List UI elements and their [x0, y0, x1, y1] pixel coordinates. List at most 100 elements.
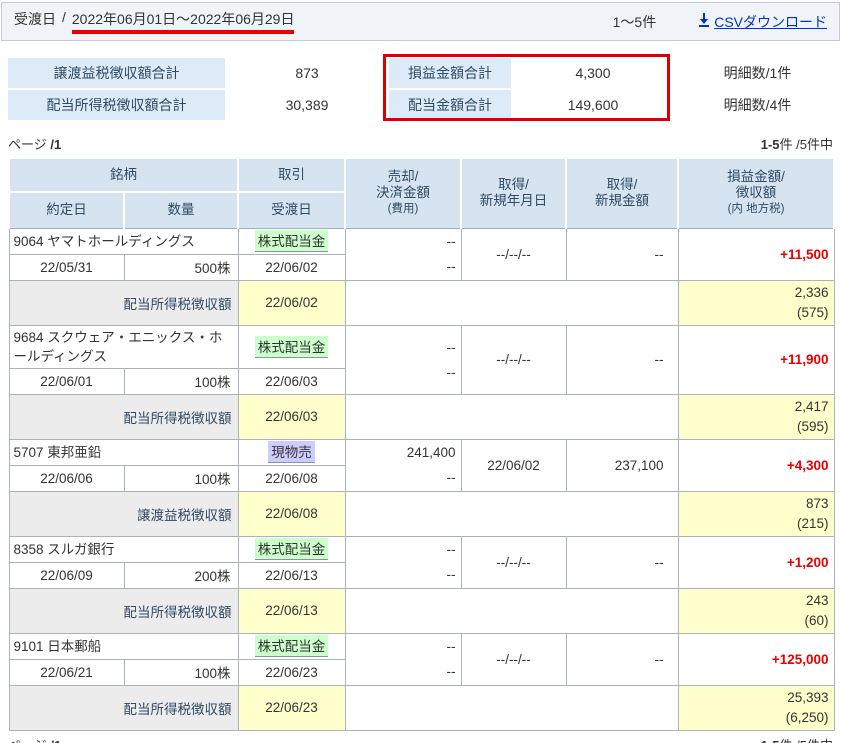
- trade-type-cell: 株式配当金: [237, 227, 346, 255]
- date-range: 2022年06月01日～2022年06月29日: [71, 9, 295, 34]
- tax-amount: 243: [805, 592, 829, 608]
- sell-amount: --: [446, 542, 456, 557]
- sell-amount: --: [446, 339, 456, 355]
- tax-withholding-row: 譲渡益税徴収額 22/06/08 873 (215): [8, 490, 835, 537]
- tax-empty-cell: [344, 393, 679, 440]
- trade-group-name-row: 5707 東邦亜鉛 現物売 241,400 -- 22/06/02 237,100 +4,3…: [8, 438, 835, 492]
- summary-detail-count: 明細数/1件: [675, 58, 840, 88]
- profit-loss-value: +4,300: [677, 438, 835, 492]
- tax-label: 譲渡益税徴収額: [8, 490, 239, 537]
- tax-date: 22/06/23: [237, 684, 346, 731]
- summary-amount-label: 配当金額合計: [389, 90, 511, 120]
- sell-fee: --: [446, 664, 456, 679]
- trade-type-cell: 株式配当金: [237, 324, 346, 369]
- acquisition-amount: --: [565, 324, 679, 395]
- col-header-profit-loss: 損益金額/ 徴収額 (内 地方税): [677, 157, 835, 229]
- summary-tax-label: 譲渡益税徴収額合計: [8, 58, 225, 88]
- trade-type-link[interactable]: 株式配当金: [254, 635, 329, 657]
- sell-settlement-amount-cell: -- --: [344, 227, 462, 281]
- col-header-acquisition-date: 取得/ 新規年月日: [460, 157, 567, 229]
- contract-date: 22/05/31: [8, 253, 125, 281]
- acquisition-date: --/--/--: [460, 535, 567, 589]
- summary-amount-label: 損益金額合計: [389, 58, 511, 88]
- tax-withholding-row: 配当所得税徴収額 22/06/13 243 (60): [8, 587, 835, 634]
- trade-type-link[interactable]: 株式配当金: [254, 335, 329, 358]
- summary-detail-count: 明細数/4件: [675, 90, 840, 120]
- trade-group-name-row: 9684 スクウェア・エニックス・ホールディングス 株式配当金 -- -- --/--/…: [8, 324, 835, 395]
- summary-amount-value: 149,600: [513, 90, 673, 120]
- sell-amount: 241,400: [406, 445, 456, 460]
- quantity: 500株: [123, 253, 239, 281]
- tax-label: 配当所得税徴収額: [8, 587, 239, 634]
- tax-label: 配当所得税徴収額: [8, 684, 239, 731]
- acquisition-date: 22/06/02: [460, 438, 567, 492]
- settlement-date: 22/06/03: [237, 367, 346, 395]
- filter-label: 受渡日: [14, 11, 56, 27]
- contract-date: 22/06/21: [8, 658, 125, 686]
- profit-loss-value: +1,200: [677, 535, 835, 589]
- sell-settlement-amount-cell: 241,400 --: [344, 438, 462, 492]
- sell-settlement-amount-cell: -- --: [344, 324, 462, 395]
- trade-type-link[interactable]: 株式配当金: [254, 230, 329, 252]
- tax-amount-cell: 873 (215): [677, 490, 835, 537]
- trade-group-name-row: 9101 日本郵船 株式配当金 -- -- --/--/-- -- +125,000: [8, 632, 835, 686]
- stock-code-name: 9064 ヤマトホールディングス: [8, 227, 239, 255]
- date-filter-bar: 受渡日 / 2022年06月01日～2022年06月29日 1～5件 CSVダウ…: [1, 2, 840, 41]
- page-label: ページ: [8, 137, 47, 152]
- result-count: 1～5件: [612, 13, 657, 30]
- stock-code-name: 9684 スクウェア・エニックス・ホールディングス: [8, 324, 239, 369]
- sell-amount: --: [446, 639, 456, 654]
- acquisition-amount: --: [565, 535, 679, 589]
- trade-history-table: 銘柄 取引 売却/ 決済金額 (費用) 取得/ 新規年月日 取得/ 新規金額 損…: [8, 157, 835, 731]
- tax-date: 22/06/13: [237, 587, 346, 634]
- sell-settlement-amount-cell: -- --: [344, 535, 462, 589]
- summary-table: 譲渡益税徴収額合計 873 損益金額合計 4,300 明細数/1件 配当所得税徴…: [8, 54, 840, 121]
- csv-download-link[interactable]: CSVダウンロード: [698, 12, 827, 32]
- tax-local-amount: (595): [796, 418, 829, 434]
- quantity: 100株: [123, 464, 239, 492]
- tax-amount: 2,336: [794, 284, 829, 300]
- tax-amount-cell: 2,417 (595): [677, 393, 835, 440]
- tax-empty-cell: [344, 490, 679, 537]
- contract-date: 22/06/06: [8, 464, 125, 492]
- trade-type-link[interactable]: 現物売: [268, 441, 315, 463]
- contract-date: 22/06/09: [8, 561, 125, 589]
- trade-type-link[interactable]: 株式配当金: [254, 538, 329, 560]
- stock-code-name: 9101 日本郵船: [8, 632, 239, 660]
- tax-withholding-row: 配当所得税徴収額 22/06/23 25,393 (6,250): [8, 684, 835, 731]
- quantity: 200株: [123, 561, 239, 589]
- acquisition-amount: --: [565, 227, 679, 281]
- stock-code-name: 8358 スルガ銀行: [8, 535, 239, 563]
- summary-amount-value: 4,300: [513, 58, 673, 88]
- page-label: ページ: [8, 738, 47, 743]
- col-header-settlement-date: 受渡日: [237, 191, 346, 229]
- summary-tax-value: 873: [227, 58, 387, 88]
- tax-empty-cell: [344, 587, 679, 634]
- trade-table-body: 9064 ヤマトホールディングス 株式配当金 -- -- --/--/-- -- +11,5…: [8, 227, 835, 731]
- csv-download-label: CSVダウンロード: [714, 13, 827, 30]
- acquisition-date: --/--/--: [460, 324, 567, 395]
- sell-fee: --: [446, 259, 456, 274]
- tax-amount: 873: [805, 495, 829, 511]
- acquisition-amount: 237,100: [565, 438, 679, 492]
- tax-label: 配当所得税徴収額: [8, 393, 239, 440]
- quantity: 100株: [123, 367, 239, 395]
- col-header-stock: 銘柄: [8, 157, 239, 193]
- col-header-trade: 取引: [237, 157, 346, 193]
- pagination-bottom: ページ /1 1-5件 /5件中: [8, 735, 833, 743]
- filter-separator: /: [62, 9, 66, 25]
- tax-date: 22/06/02: [237, 279, 346, 326]
- trade-type-cell: 株式配当金: [237, 535, 346, 563]
- profit-loss-value: +11,900: [677, 324, 835, 395]
- col-header-quantity: 数量: [123, 191, 239, 229]
- sell-amount: --: [446, 234, 456, 249]
- col-header-acquisition-amount: 取得/ 新規金額: [565, 157, 679, 229]
- settlement-date: 22/06/08: [237, 464, 346, 492]
- sell-fee: --: [446, 364, 456, 380]
- page-current: /1: [50, 137, 62, 152]
- range-total: 件 /5件中: [779, 137, 833, 152]
- tax-amount: 25,393: [787, 689, 829, 705]
- trade-group-name-row: 9064 ヤマトホールディングス 株式配当金 -- -- --/--/-- -- +11,5…: [8, 227, 835, 281]
- range-current: 1-5: [760, 137, 780, 152]
- contract-date: 22/06/01: [8, 367, 125, 395]
